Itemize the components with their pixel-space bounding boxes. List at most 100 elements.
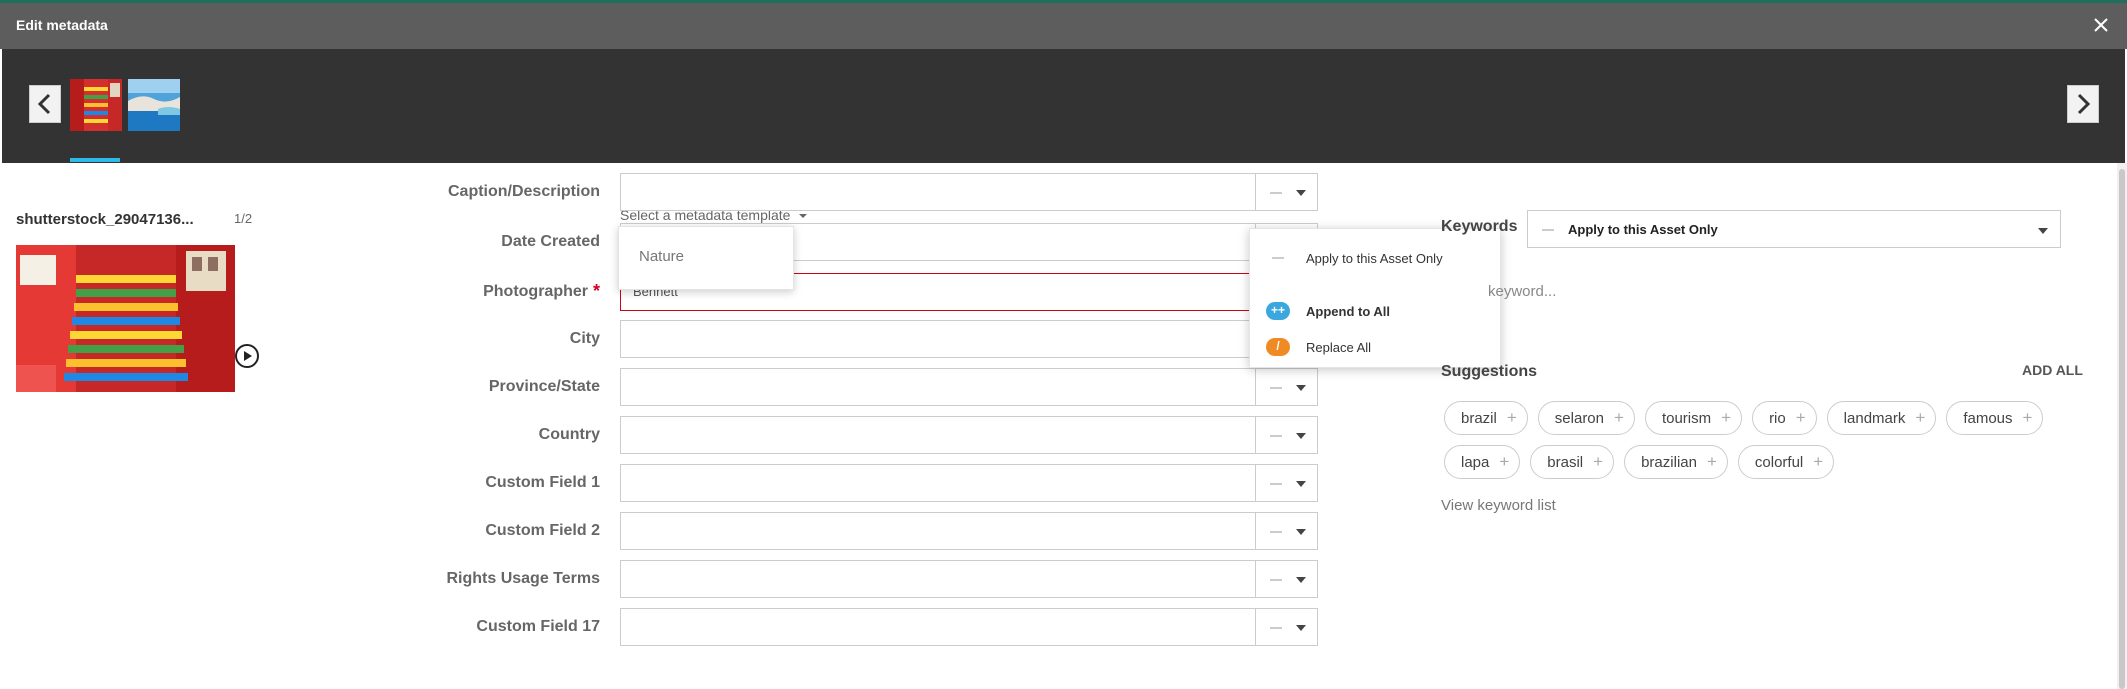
- suggestion-chip-label: tourism: [1661, 409, 1712, 427]
- keywords-label: Keywords: [1441, 218, 1518, 235]
- suggestion-chip[interactable]: selaron +: [1537, 401, 1635, 435]
- close-icon[interactable]: [2089, 13, 2113, 37]
- field-input[interactable]: [620, 464, 1256, 502]
- suggestion-chip[interactable]: famous +: [1946, 401, 2044, 435]
- suggestion-chip-label: colorful: [1754, 453, 1804, 471]
- apply-option-label: Replace All: [1306, 340, 1372, 355]
- field-input[interactable]: [620, 320, 1256, 358]
- apply-mode-menu: Apply to this Asset Only ++ Append to Al…: [1249, 228, 1501, 368]
- field-apply-control[interactable]: [1256, 560, 1318, 598]
- chevron-left-icon: [37, 93, 51, 115]
- active-thumbnail-indicator: [70, 158, 120, 162]
- field-input[interactable]: [620, 512, 1256, 550]
- field-apply-control[interactable]: [1256, 608, 1318, 646]
- suggestion-chip[interactable]: tourism +: [1644, 401, 1743, 435]
- caret-down-icon: [2038, 228, 2048, 234]
- caret-down-icon: [1296, 577, 1306, 583]
- replace-all-option[interactable]: / Replace All: [1250, 332, 1502, 364]
- suggestion-chip-label: selaron: [1554, 409, 1604, 427]
- field-label: Photographer: [483, 283, 588, 300]
- field-row: Province/State: [0, 368, 1320, 408]
- keywords-apply-select[interactable]: Apply to this Asset Only: [1527, 210, 2061, 248]
- append-icon: ++: [1266, 302, 1290, 320]
- suggestion-chip-label: famous: [1963, 409, 2013, 427]
- chevron-right-icon: [2077, 93, 2091, 115]
- field-input[interactable]: [620, 416, 1256, 454]
- thumbnail-coast[interactable]: [128, 79, 180, 131]
- suggestion-chip-label: brasil: [1547, 453, 1584, 471]
- dash-icon: [1542, 229, 1554, 231]
- field-row: Country: [0, 416, 1320, 456]
- suggestion-chips: brazil + selaron + tourism + rio + landmark + famo…: [1444, 401, 2084, 489]
- field-apply-control[interactable]: [1256, 173, 1318, 211]
- suggestion-chip-label: lapa: [1461, 453, 1490, 471]
- dash-icon: [1270, 579, 1282, 581]
- field-row: Custom Field 17: [0, 608, 1320, 648]
- thumbnail-staircase[interactable]: [70, 79, 122, 131]
- plus-icon: +: [1706, 452, 1717, 471]
- dash-icon: [1270, 192, 1282, 194]
- suggestion-chip[interactable]: brazilian +: [1624, 445, 1728, 479]
- suggestion-chip[interactable]: colorful +: [1737, 445, 1835, 479]
- field-row: Custom Field 1: [0, 464, 1320, 504]
- dialog-titlebar: Edit metadata: [0, 3, 2127, 49]
- field-input[interactable]: [620, 560, 1256, 598]
- suggestions-label: Suggestions: [1441, 363, 1538, 380]
- field-apply-control[interactable]: [1256, 368, 1318, 406]
- dash-icon: [1270, 435, 1282, 437]
- field-row: Custom Field 2: [0, 512, 1320, 552]
- keywords-apply-value: Apply to this Asset Only: [1568, 222, 1718, 237]
- caret-down-icon: [1296, 481, 1306, 487]
- caret-down-icon: [1296, 433, 1306, 439]
- template-option-nature[interactable]: Nature: [639, 248, 684, 265]
- replace-icon: /: [1266, 338, 1290, 356]
- field-label: Caption/Description: [447, 183, 600, 200]
- suggestion-chip-label: brazil: [1461, 409, 1497, 427]
- caret-down-icon: [1296, 625, 1306, 631]
- template-dropdown: Nature: [618, 226, 794, 290]
- suggestion-chip-label: landmark: [1843, 409, 1906, 427]
- prev-asset-button[interactable]: [29, 85, 61, 123]
- field-label: City: [569, 330, 600, 347]
- caret-down-icon: [799, 214, 808, 219]
- plus-icon: +: [1915, 408, 1926, 427]
- plus-icon: +: [1813, 452, 1824, 471]
- field-label: Date Created: [501, 233, 600, 250]
- field-label: Custom Field 17: [476, 618, 600, 635]
- suggestion-chip[interactable]: brasil +: [1530, 445, 1615, 479]
- field-input[interactable]: [620, 368, 1256, 406]
- caret-down-icon: [1296, 385, 1306, 391]
- append-to-all-option[interactable]: ++ Append to All: [1250, 296, 1502, 328]
- caret-down-icon: [1296, 529, 1306, 535]
- dash-icon: [1266, 249, 1290, 267]
- suggestion-chip-label: brazilian: [1641, 453, 1697, 471]
- field-label: Rights Usage Terms: [446, 570, 600, 587]
- scrollbar[interactable]: [2117, 163, 2127, 689]
- suggestion-chip[interactable]: lapa +: [1444, 445, 1521, 479]
- field-label: Custom Field 1: [485, 474, 600, 491]
- plus-icon: +: [1721, 408, 1732, 427]
- field-apply-control[interactable]: [1256, 512, 1318, 550]
- plus-icon: +: [2022, 408, 2033, 427]
- dash-icon: [1270, 387, 1282, 389]
- metadata-content: shutterstock_29047136... 1/2 Select a me…: [0, 163, 2127, 689]
- field-input[interactable]: [620, 608, 1256, 646]
- plus-icon: +: [1499, 452, 1510, 471]
- field-apply-control[interactable]: [1256, 416, 1318, 454]
- view-keyword-list-link[interactable]: View keyword list: [1441, 497, 1556, 514]
- suggestion-chip[interactable]: rio +: [1752, 401, 1817, 435]
- field-label: Custom Field 2: [485, 522, 600, 539]
- next-asset-button[interactable]: [2067, 85, 2099, 123]
- suggestion-chip[interactable]: landmark +: [1826, 401, 1937, 435]
- dash-icon: [1270, 531, 1282, 533]
- add-keyword-input[interactable]: keyword...: [1488, 283, 1556, 300]
- plus-icon: +: [1795, 408, 1806, 427]
- add-all-button[interactable]: ADD ALL: [2022, 362, 2083, 378]
- scrollbar-thumb[interactable]: [2119, 169, 2125, 689]
- suggestion-chip[interactable]: brazil +: [1444, 401, 1528, 435]
- field-apply-control[interactable]: [1256, 464, 1318, 502]
- field-input[interactable]: [620, 173, 1256, 211]
- apply-option-label: Append to All: [1306, 304, 1391, 319]
- apply-asset-only-option[interactable]: Apply to this Asset Only: [1250, 243, 1502, 275]
- apply-option-label: Apply to this Asset Only: [1306, 251, 1443, 266]
